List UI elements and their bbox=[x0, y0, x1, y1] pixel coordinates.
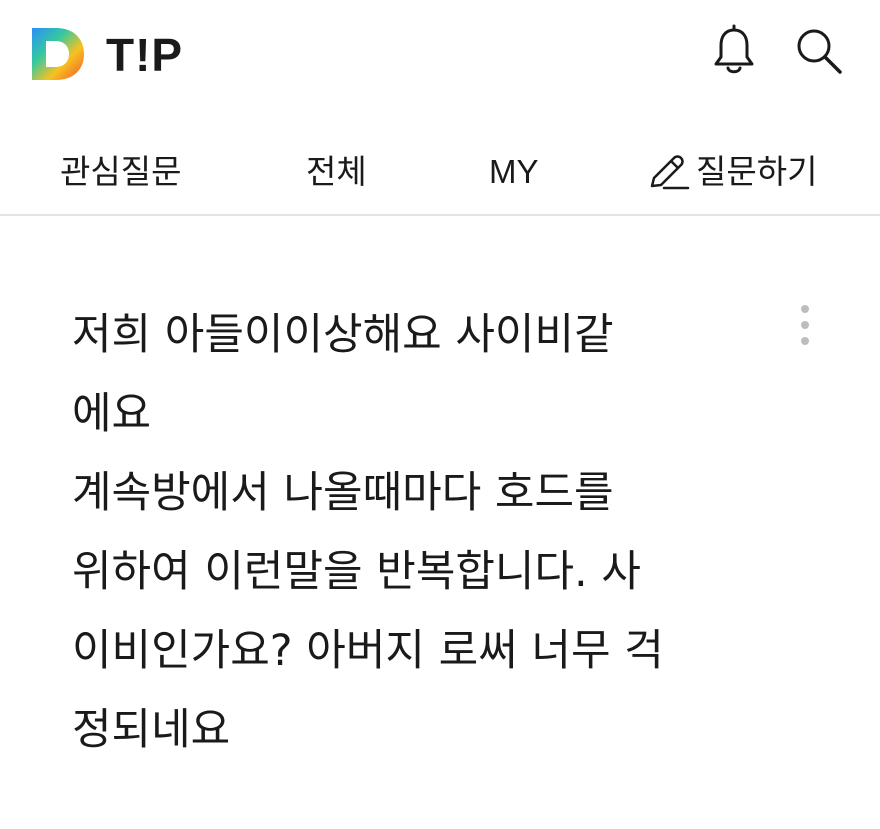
app-header: T!P bbox=[0, 0, 880, 110]
pencil-icon bbox=[650, 155, 690, 190]
tab-interest-questions[interactable]: 관심질문 bbox=[60, 140, 181, 204]
more-vertical-icon[interactable] bbox=[790, 300, 820, 350]
tab-my[interactable]: MY bbox=[489, 140, 539, 204]
brand-name: T!P bbox=[106, 29, 184, 81]
question-text: 저희 아들이이상해요 사이비같 에요 계속방에서 나올때마다 호드를 위하여 이… bbox=[72, 310, 664, 755]
bell-icon[interactable] bbox=[707, 24, 761, 78]
tab-bar: 관심질문 전체 MY 질문하기 bbox=[0, 140, 880, 216]
search-icon[interactable] bbox=[792, 24, 846, 78]
ask-question-label: 질문하기 bbox=[696, 152, 818, 191]
tab-all[interactable]: 전체 bbox=[306, 140, 367, 204]
ask-question-button[interactable]: 질문하기 bbox=[646, 140, 817, 204]
app-logo[interactable] bbox=[28, 24, 88, 84]
